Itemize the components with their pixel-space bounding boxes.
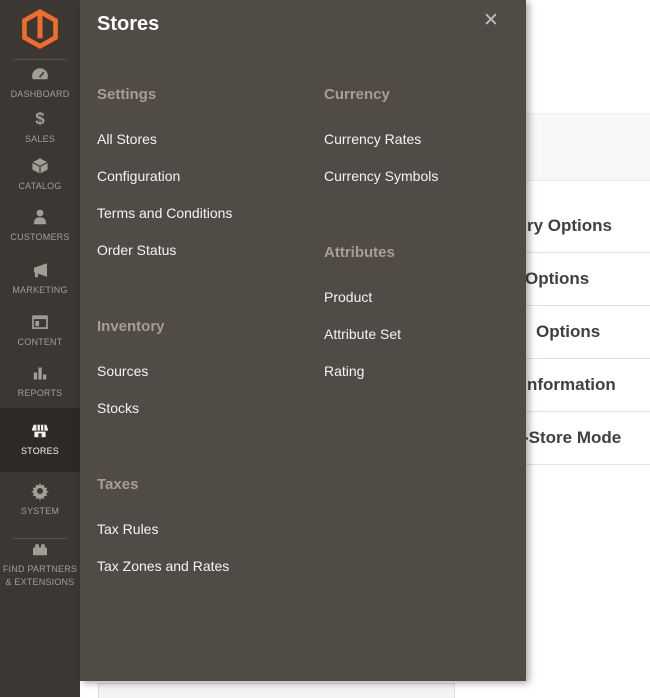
sidebar-item-reports[interactable]: REPORTS <box>0 356 80 408</box>
menu-group-taxes: Taxes Tax Rules Tax Zones and Rates <box>97 476 312 575</box>
panel-column-left: Settings All Stores Configuration Terms and… <box>97 86 312 575</box>
sidebar-item-sales[interactable]: $ SALES <box>0 106 80 150</box>
menu-link-sources[interactable]: Sources <box>97 362 312 380</box>
magento-logo-icon <box>22 9 58 49</box>
group-header-inventory: Inventory <box>97 318 312 336</box>
admin-sidebar: DASHBOARD $ SALES CATALOG CUSTOMERS MARKETING… <box>0 0 80 697</box>
marketing-megaphone-icon <box>30 260 50 280</box>
sidebar-item-catalog[interactable]: CATALOG <box>0 150 80 200</box>
config-section-label-fragment: nformation <box>527 375 616 395</box>
menu-link-stocks[interactable]: Stocks <box>97 399 312 417</box>
sidebar-item-label: CONTENT <box>18 336 63 349</box>
menu-group-inventory: Inventory Sources Stocks <box>97 318 312 417</box>
group-header-taxes: Taxes <box>97 476 312 494</box>
sidebar-item-label: REPORTS <box>18 387 63 400</box>
stores-flyout-panel: Stores ✕ Settings All Stores Configuration… <box>80 0 526 681</box>
sidebar-item-label: STORES <box>21 445 59 458</box>
config-section-label-fragment: Options <box>536 322 600 342</box>
close-icon[interactable]: ✕ <box>480 10 502 32</box>
menu-link-currency-symbols[interactable]: Currency Symbols <box>324 167 539 185</box>
reports-barchart-icon <box>30 363 50 383</box>
menu-link-attribute-set[interactable]: Attribute Set <box>324 325 539 343</box>
sidebar-item-label: SALES <box>25 133 55 146</box>
sidebar-item-label: MARKETING <box>12 284 67 297</box>
sidebar-item-label: FIND PARTNERS & EXTENSIONS <box>3 563 77 589</box>
menu-link-all-stores[interactable]: All Stores <box>97 130 312 148</box>
system-gear-icon <box>30 481 50 501</box>
config-section-label-fragment: -Store Mode <box>523 428 621 448</box>
sidebar-item-label: CUSTOMERS <box>10 231 69 244</box>
sidebar-item-stores[interactable]: STORES <box>0 408 80 472</box>
menu-link-order-status[interactable]: Order Status <box>97 241 312 259</box>
group-header-currency: Currency <box>324 86 539 104</box>
sales-dollar-icon: $ <box>30 109 50 129</box>
content-layout-icon <box>30 312 50 332</box>
dashboard-gauge-icon <box>30 64 50 84</box>
sidebar-item-content[interactable]: CONTENT <box>0 306 80 356</box>
menu-link-tax-zones-and-rates[interactable]: Tax Zones and Rates <box>97 557 312 575</box>
customers-person-icon <box>30 207 50 227</box>
group-header-settings: Settings <box>97 86 312 104</box>
menu-link-configuration[interactable]: Configuration <box>97 167 312 185</box>
panel-column-right: Currency Currency Rates Currency Symbols At… <box>324 86 539 380</box>
menu-group-currency: Currency Currency Rates Currency Symbols <box>324 86 539 185</box>
sidebar-item-label: SYSTEM <box>21 505 59 518</box>
sidebar-item-marketing[interactable]: MARKETING <box>0 252 80 306</box>
config-section-label-fragment: ry Options <box>527 216 612 236</box>
sidebar-item-find-partners[interactable]: FIND PARTNERS & EXTENSIONS <box>0 539 80 589</box>
sidebar-item-system[interactable]: SYSTEM <box>0 472 80 528</box>
sidebar-item-label: DASHBOARD <box>11 88 70 101</box>
sidebar-item-dashboard[interactable]: DASHBOARD <box>0 60 80 106</box>
menu-link-tax-rules[interactable]: Tax Rules <box>97 520 312 538</box>
menu-link-currency-rates[interactable]: Currency Rates <box>324 130 539 148</box>
partners-brick-icon <box>30 539 50 559</box>
sidebar-item-label: CATALOG <box>18 180 61 193</box>
menu-link-terms-and-conditions[interactable]: Terms and Conditions <box>97 204 312 222</box>
panel-title: Stores <box>97 13 159 36</box>
stores-storefront-icon <box>30 421 50 441</box>
catalog-box-icon <box>30 156 50 176</box>
page-content-box <box>98 683 455 698</box>
magento-logo[interactable] <box>22 9 58 49</box>
menu-group-settings: Settings All Stores Configuration Terms and… <box>97 86 312 259</box>
menu-link-rating[interactable]: Rating <box>324 362 539 380</box>
sidebar-nav: DASHBOARD $ SALES CATALOG CUSTOMERS MARKETING… <box>0 60 80 589</box>
sidebar-item-customers[interactable]: CUSTOMERS <box>0 200 80 252</box>
menu-group-attributes: Attributes Product Attribute Set Rating <box>324 244 539 380</box>
menu-link-product[interactable]: Product <box>324 288 539 306</box>
group-header-attributes: Attributes <box>324 244 539 262</box>
